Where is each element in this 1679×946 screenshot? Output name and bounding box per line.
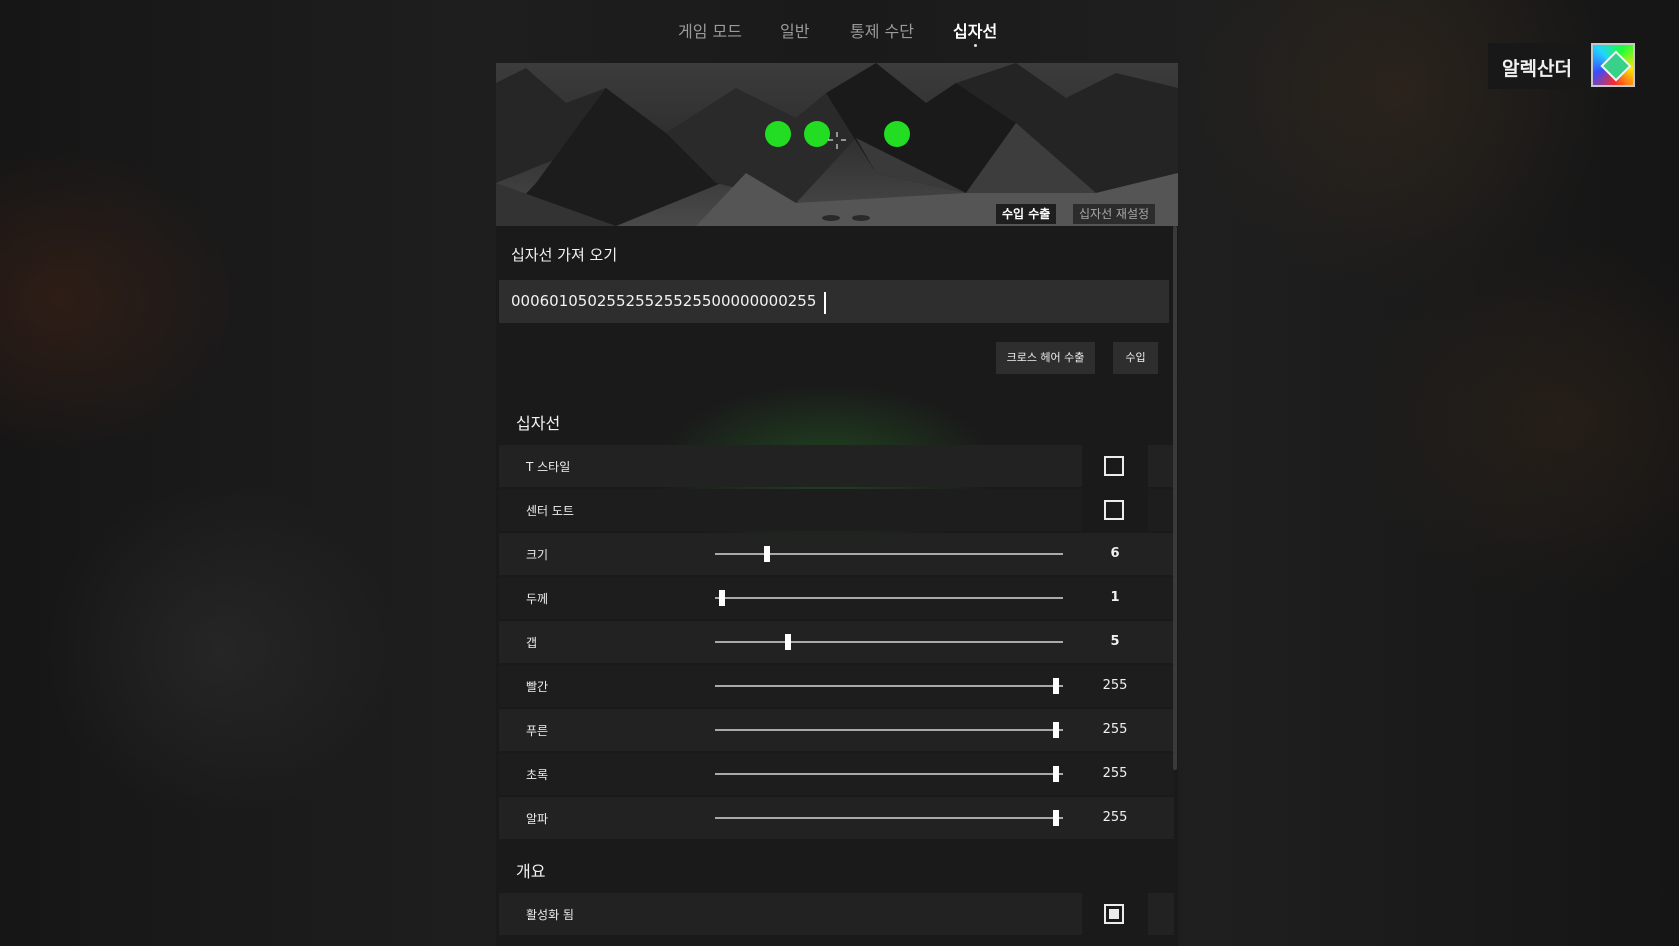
- t-style-checkbox[interactable]: [1104, 456, 1124, 476]
- slider-label: 두께: [526, 592, 549, 606]
- slider-value: 5: [1110, 634, 1120, 649]
- slider-row-green: 초록 255: [499, 753, 1174, 795]
- slider-thumb[interactable]: [1053, 678, 1060, 694]
- reset-crosshair-button[interactable]: 십자선 재설정: [1073, 204, 1156, 224]
- green-slider[interactable]: [715, 766, 1063, 782]
- slider-row-thickness: 두께 1: [499, 577, 1174, 619]
- blue-slider[interactable]: [715, 722, 1063, 738]
- enabled-checkbox[interactable]: [1104, 904, 1124, 924]
- slider-row-size: 크기 6: [499, 533, 1174, 575]
- slider-row-blue: 푸른 255: [499, 709, 1174, 751]
- import-export-button[interactable]: 수입 수출: [996, 204, 1057, 224]
- slider-label: 크기: [526, 548, 549, 562]
- crosshair-section-title: 십자선: [516, 414, 561, 433]
- slider-value: 255: [1102, 722, 1128, 737]
- avatar: [1591, 43, 1635, 87]
- import-button[interactable]: 수입: [1113, 342, 1158, 374]
- top-navigation: 게임 모드 일반 통제 수단 십자선: [0, 0, 1679, 58]
- slider-label: 초록: [526, 768, 549, 782]
- slider-row-gap: 갭 5: [499, 621, 1174, 663]
- center-dot-checkbox[interactable]: [1104, 500, 1124, 520]
- crosshair-code-input[interactable]: [499, 280, 1169, 323]
- avatar-emblem-icon: [1600, 50, 1632, 82]
- slider-row-red: 빨간 255: [499, 665, 1174, 707]
- slider-value: 6: [1110, 546, 1120, 561]
- slider-value: 1: [1110, 590, 1120, 605]
- toggle-row-center-dot: 센터 도트: [499, 489, 1174, 531]
- tab-controls[interactable]: 통제 수단: [850, 18, 914, 42]
- size-slider[interactable]: [715, 546, 1063, 562]
- slider-label: 갭: [526, 636, 538, 650]
- green-target: [804, 121, 830, 147]
- tab-general[interactable]: 일반: [780, 18, 809, 42]
- overview-section-title: 개요: [516, 862, 546, 881]
- alpha-slider[interactable]: [715, 810, 1063, 826]
- user-profile[interactable]: 알렉산더: [1488, 43, 1636, 89]
- crosshair-preview: 수입 수출 십자선 재설정: [496, 63, 1178, 226]
- user-name: 알렉산더: [1502, 58, 1572, 80]
- slider-thumb[interactable]: [1053, 810, 1060, 826]
- slider-row-alpha: 알파 255: [499, 797, 1174, 839]
- slider-label: 빨간: [526, 680, 549, 694]
- thickness-slider[interactable]: [715, 590, 1063, 606]
- preview-scene: [496, 63, 1178, 226]
- red-slider[interactable]: [715, 678, 1063, 694]
- gap-slider[interactable]: [715, 634, 1063, 650]
- slider-thumb[interactable]: [764, 546, 771, 562]
- slider-value: 255: [1102, 810, 1128, 825]
- slider-thumb[interactable]: [1053, 766, 1060, 782]
- tab-crosshair[interactable]: 십자선: [953, 18, 998, 47]
- export-crosshair-button[interactable]: 크로스 헤어 수출: [996, 342, 1095, 374]
- green-target: [765, 121, 791, 147]
- green-target: [884, 121, 910, 147]
- checkbox-cell: [1082, 489, 1148, 531]
- slider-value: 255: [1102, 766, 1128, 781]
- text-caret: [824, 292, 826, 314]
- toggle-label: 활성화 됨: [526, 908, 574, 922]
- import-section-title: 십자선 가져 오기: [511, 246, 618, 264]
- slider-label: 푸른: [526, 724, 549, 738]
- toggle-row-enabled: 활성화 됨: [499, 893, 1174, 935]
- slider-thumb[interactable]: [718, 590, 725, 606]
- checkbox-cell: [1082, 893, 1148, 935]
- slider-thumb[interactable]: [785, 634, 792, 650]
- slider-thumb[interactable]: [1053, 722, 1060, 738]
- panel-scrollbar[interactable]: [1173, 226, 1177, 770]
- checkbox-cell: [1082, 445, 1148, 487]
- toggle-label: T 스타일: [526, 460, 571, 474]
- settings-panel: 십자선 가져 오기 크로스 헤어 수출 수입 십자선 T 스타일 센터 도트 크…: [496, 226, 1178, 946]
- tab-game-mode[interactable]: 게임 모드: [678, 18, 742, 42]
- tab-crosshair-label: 십자선: [953, 22, 998, 41]
- slider-label: 알파: [526, 812, 549, 826]
- active-tab-indicator: [974, 44, 978, 47]
- toggle-label: 센터 도트: [526, 504, 574, 518]
- toggle-row-t-style: T 스타일: [499, 445, 1174, 487]
- slider-value: 255: [1102, 678, 1128, 693]
